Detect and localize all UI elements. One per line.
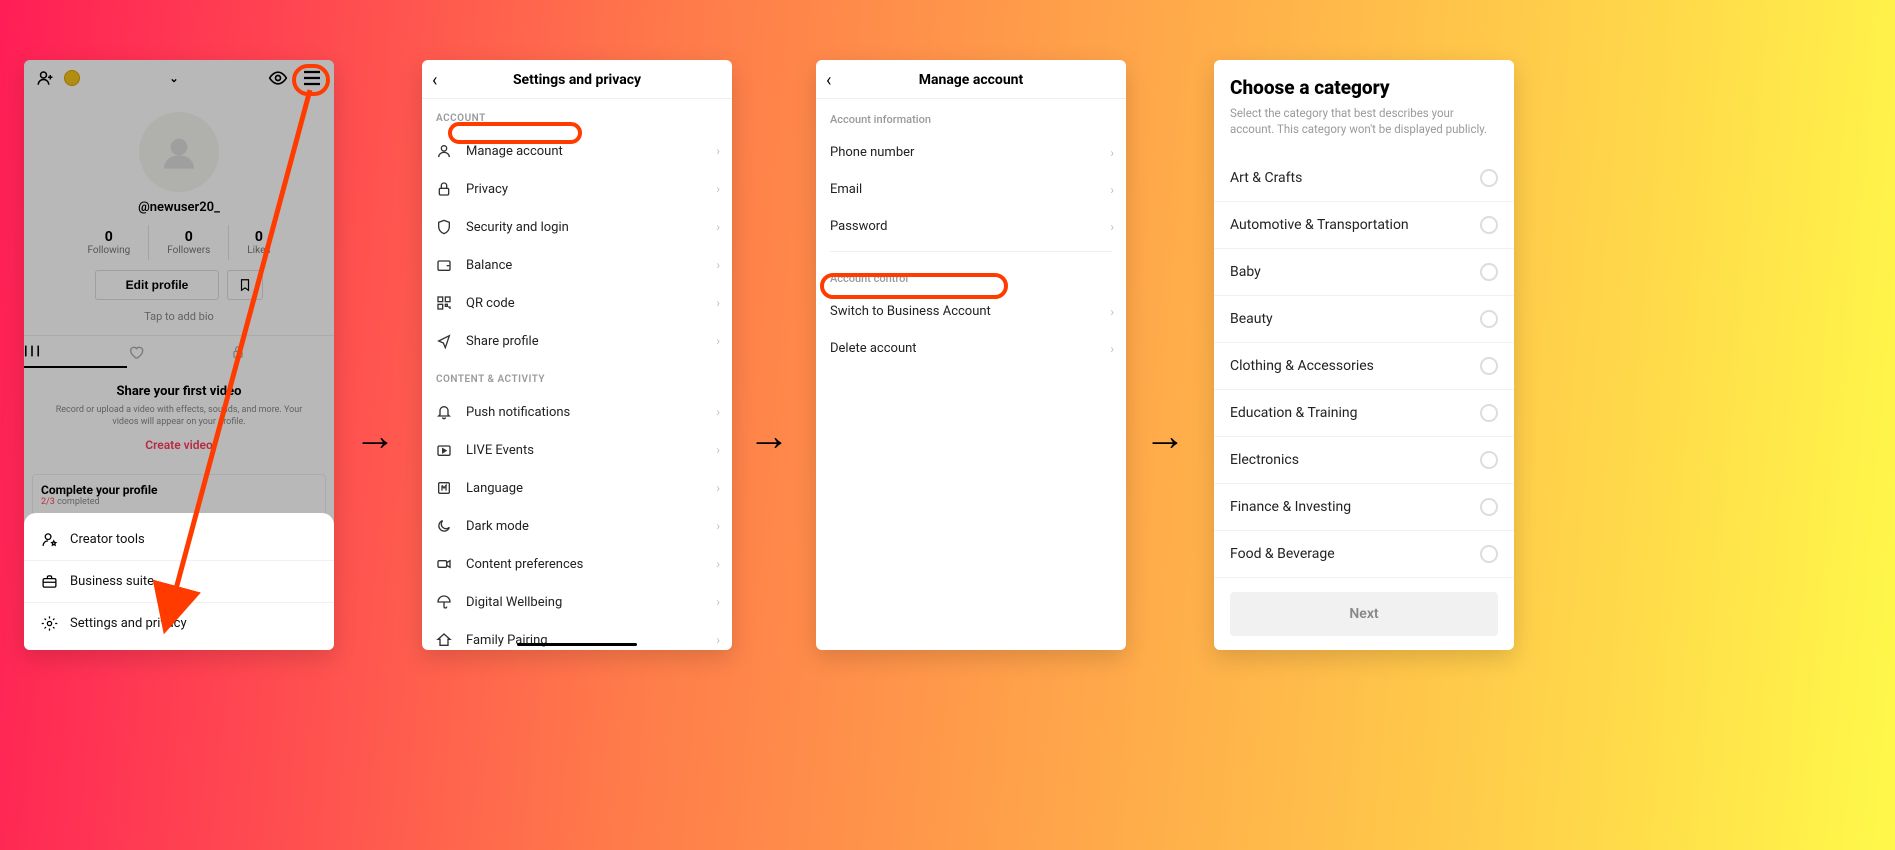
- category-automotive[interactable]: Automotive & Transportation: [1214, 202, 1514, 249]
- chevron-right-icon: ›: [716, 595, 720, 609]
- section-account-info: Account information: [816, 99, 1126, 134]
- chevron-right-icon: ›: [716, 182, 720, 196]
- radio-unchecked-icon: [1480, 498, 1498, 516]
- chevron-right-icon: ›: [716, 443, 720, 457]
- choose-category-screen: Choose a category Select the category th…: [1214, 60, 1514, 650]
- family-icon: [436, 632, 460, 648]
- row-delete-account[interactable]: Delete account ›: [816, 330, 1126, 367]
- shield-icon: [436, 219, 460, 235]
- header: ‹ Manage account: [816, 60, 1126, 99]
- highlight-switch-business-oval: [820, 273, 1008, 299]
- page-title: Choose a category: [1214, 60, 1514, 105]
- umbrella-icon: [436, 594, 460, 610]
- chevron-right-icon: ›: [716, 220, 720, 234]
- chevron-right-icon: ›: [716, 633, 720, 647]
- chevron-right-icon: ›: [1110, 183, 1114, 197]
- row-push-notifications[interactable]: Push notifications ›: [422, 393, 732, 431]
- radio-unchecked-icon: [1480, 169, 1498, 187]
- profile-screen: ⌄ @newuser20_ 0 Following 0 Followers 0 …: [24, 60, 334, 650]
- radio-unchecked-icon: [1480, 310, 1498, 328]
- settings-privacy-screen: ‹ Settings and privacy ACCOUNT Manage ac…: [422, 60, 732, 650]
- radio-unchecked-icon: [1480, 216, 1498, 234]
- chevron-right-icon: ›: [716, 258, 720, 272]
- radio-unchecked-icon: [1480, 263, 1498, 281]
- section-content-label: CONTENT & ACTIVITY: [422, 360, 732, 393]
- row-share-profile[interactable]: Share profile ›: [422, 322, 732, 360]
- divider: [830, 251, 1112, 252]
- language-icon: [436, 480, 460, 496]
- category-baby[interactable]: Baby: [1214, 249, 1514, 296]
- chevron-right-icon: ›: [1110, 146, 1114, 160]
- category-finance[interactable]: Finance & Investing: [1214, 484, 1514, 531]
- row-content-preferences[interactable]: Content preferences ›: [422, 545, 732, 583]
- radio-unchecked-icon: [1480, 404, 1498, 422]
- chevron-right-icon: ›: [716, 334, 720, 348]
- row-phone-number[interactable]: Phone number ›: [816, 134, 1126, 171]
- lock-icon: [436, 181, 460, 197]
- header-title: Settings and privacy: [513, 72, 641, 88]
- row-balance[interactable]: Balance ›: [422, 246, 732, 284]
- live-icon: [436, 442, 460, 458]
- moon-icon: [436, 518, 460, 534]
- radio-unchecked-icon: [1480, 545, 1498, 563]
- row-privacy[interactable]: Privacy ›: [422, 170, 732, 208]
- row-security[interactable]: Security and login ›: [422, 208, 732, 246]
- row-qr-code[interactable]: QR code ›: [422, 284, 732, 322]
- chevron-right-icon: ›: [716, 144, 720, 158]
- category-education[interactable]: Education & Training: [1214, 390, 1514, 437]
- category-beauty[interactable]: Beauty: [1214, 296, 1514, 343]
- row-dark-mode[interactable]: Dark mode ›: [422, 507, 732, 545]
- chevron-right-icon: ›: [1110, 342, 1114, 356]
- radio-unchecked-icon: [1480, 357, 1498, 375]
- page-subtitle: Select the category that best describes …: [1214, 105, 1514, 155]
- person-icon: [436, 143, 460, 159]
- chevron-right-icon: ›: [716, 405, 720, 419]
- row-digital-wellbeing[interactable]: Digital Wellbeing ›: [422, 583, 732, 621]
- highlight-manage-account-oval: [448, 122, 582, 144]
- manage-account-screen: ‹ Manage account Account information Pho…: [816, 60, 1126, 650]
- qr-icon: [436, 295, 460, 311]
- row-language[interactable]: Language ›: [422, 469, 732, 507]
- row-live-events[interactable]: LIVE Events ›: [422, 431, 732, 469]
- header: ‹ Settings and privacy: [422, 60, 732, 99]
- chevron-right-icon: ›: [1110, 305, 1114, 319]
- video-icon: [436, 556, 460, 572]
- chevron-right-icon: ›: [716, 519, 720, 533]
- wallet-icon: [436, 257, 460, 273]
- category-electronics[interactable]: Electronics: [1214, 437, 1514, 484]
- home-indicator: [517, 643, 637, 646]
- step-arrow-1: →: [354, 412, 396, 461]
- chevron-right-icon: ›: [1110, 220, 1114, 234]
- step-arrow-2: →: [748, 412, 790, 461]
- back-button[interactable]: ‹: [826, 70, 831, 91]
- highlight-red-arrow: [24, 60, 334, 650]
- radio-unchecked-icon: [1480, 451, 1498, 469]
- back-button[interactable]: ‹: [432, 70, 437, 91]
- category-food[interactable]: Food & Beverage: [1214, 531, 1514, 578]
- step-arrow-3: →: [1144, 412, 1186, 461]
- header-title: Manage account: [919, 72, 1024, 88]
- row-password[interactable]: Password ›: [816, 208, 1126, 245]
- chevron-right-icon: ›: [716, 296, 720, 310]
- category-clothing[interactable]: Clothing & Accessories: [1214, 343, 1514, 390]
- category-art-crafts[interactable]: Art & Crafts: [1214, 155, 1514, 202]
- chevron-right-icon: ›: [716, 481, 720, 495]
- next-button[interactable]: Next: [1230, 592, 1498, 636]
- share-icon: [436, 333, 460, 349]
- chevron-right-icon: ›: [716, 557, 720, 571]
- row-email[interactable]: Email ›: [816, 171, 1126, 208]
- bell-icon: [436, 404, 460, 420]
